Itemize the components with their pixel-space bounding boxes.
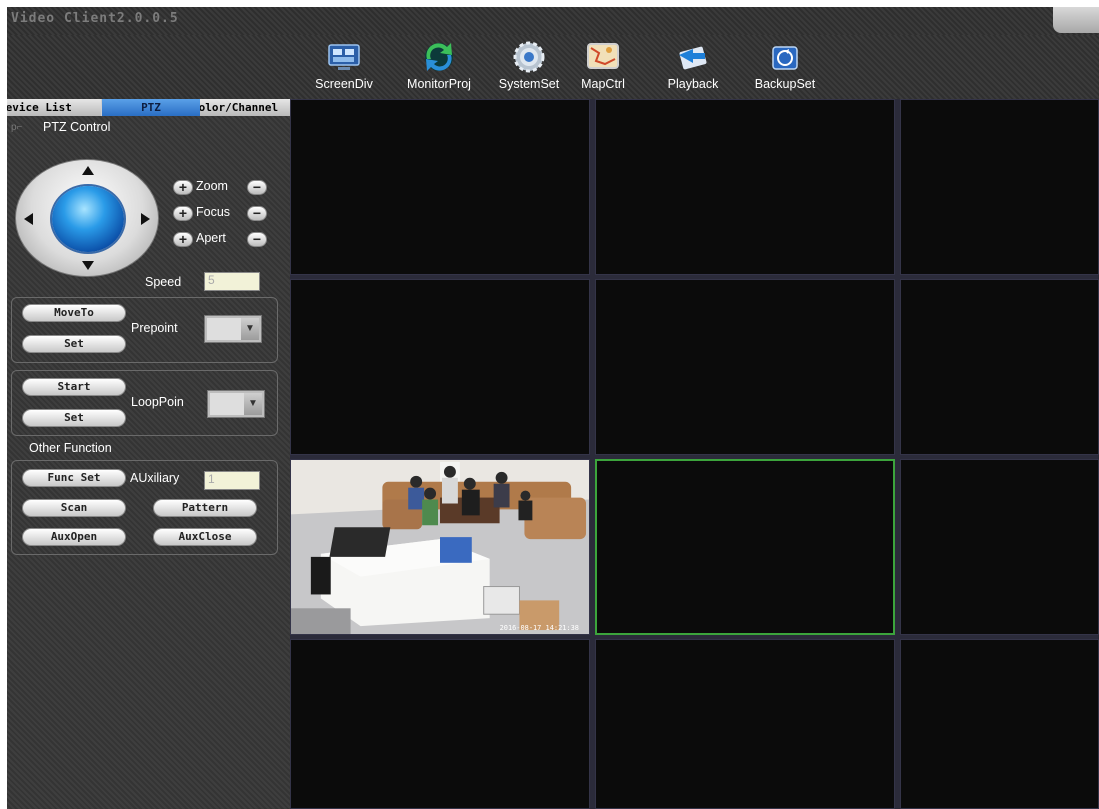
loop-set-button[interactable]: Set — [22, 409, 126, 427]
speed-input[interactable]: 5 — [204, 272, 260, 291]
aperture-label: Apert — [196, 231, 226, 245]
monitor-project-icon — [425, 43, 453, 71]
focus-out-button[interactable]: − — [247, 206, 267, 221]
looppoint-label: LoopPoin — [131, 395, 184, 409]
pan-left-icon[interactable] — [24, 213, 33, 225]
aux-open-button[interactable]: AuxOpen — [22, 528, 126, 546]
system-settings-icon — [513, 41, 545, 73]
prepoint-select[interactable]: ▼ — [204, 315, 262, 343]
ptz-control-header: p⌐ PTZ Control — [7, 117, 290, 139]
video-cell[interactable] — [900, 459, 1099, 635]
func-set-button[interactable]: Func Set — [22, 469, 126, 487]
toolbar-label: MonitorProj — [407, 77, 471, 91]
scan-button[interactable]: Scan — [22, 499, 126, 517]
aperture-open-button[interactable]: + — [173, 232, 193, 247]
toolbar-label: SystemSet — [498, 77, 560, 91]
backupset-button[interactable]: BackupSet — [747, 39, 823, 97]
map-control-icon — [587, 43, 619, 69]
ptz-control-title: PTZ Control — [43, 120, 111, 134]
monitorproj-button[interactable]: MonitorProj — [399, 39, 479, 97]
pan-right-icon[interactable] — [141, 213, 150, 225]
window-control-button[interactable] — [1053, 7, 1099, 33]
ptz-panel: Device List PTZ Color/Channel p⌐ PTZ Con… — [7, 99, 290, 809]
zoom-label: Zoom — [196, 179, 228, 193]
auxiliary-label: AUxiliary — [130, 471, 180, 485]
playback-icon — [679, 46, 707, 70]
toolbar-label: MapCtrl — [581, 77, 625, 91]
ptz-header-icon: p⌐ — [11, 122, 23, 133]
zoom-out-button[interactable]: − — [247, 180, 267, 195]
tab-ptz[interactable]: PTZ — [102, 99, 200, 116]
moveto-button[interactable]: MoveTo — [22, 304, 126, 322]
auxiliary-input[interactable]: 1 — [204, 471, 260, 490]
focus-in-button[interactable]: + — [173, 206, 193, 221]
video-cell[interactable] — [290, 99, 590, 275]
camera-feed-image: 2016-08-17 14:21:38 — [291, 460, 589, 634]
video-cell[interactable] — [900, 639, 1099, 809]
prepoint-set-button[interactable]: Set — [22, 335, 126, 353]
video-cell[interactable] — [900, 279, 1099, 455]
aperture-close-button[interactable]: − — [247, 232, 267, 247]
ptz-direction-pad[interactable] — [15, 159, 159, 277]
pattern-button[interactable]: Pattern — [153, 499, 257, 517]
tab-device-list[interactable]: Device List — [7, 99, 101, 116]
toolbar-label: BackupSet — [754, 77, 816, 91]
video-cell[interactable] — [595, 459, 895, 635]
app-title: Video Client2.0.0.5 — [11, 11, 179, 26]
pan-down-icon[interactable] — [82, 261, 94, 270]
systemset-button[interactable]: SystemSet — [491, 39, 567, 97]
feed-timestamp: 2016-08-17 14:21:38 — [500, 624, 579, 632]
chevron-down-icon: ▼ — [244, 393, 262, 415]
video-cell[interactable] — [290, 639, 590, 809]
tab-color-channel[interactable]: Color/Channel — [200, 99, 290, 116]
ptz-center-button[interactable] — [52, 186, 124, 252]
video-grid: 2016-08-17 14:21:38 — [290, 99, 1099, 809]
video-cell[interactable] — [595, 99, 895, 275]
backup-settings-icon — [772, 46, 798, 70]
speed-label: Speed — [145, 275, 182, 289]
app-window: Video Client2.0.0.5 ScreenDiv MonitorPro… — [7, 7, 1099, 809]
pan-up-icon[interactable] — [82, 166, 94, 175]
chevron-down-icon: ▼ — [241, 318, 259, 340]
prepoint-label: Prepoint — [131, 321, 178, 335]
video-cell[interactable] — [595, 639, 895, 809]
video-cell[interactable] — [290, 279, 590, 455]
video-cell[interactable]: 2016-08-17 14:21:38 — [290, 459, 590, 635]
playback-button[interactable]: Playback — [655, 39, 731, 97]
loop-start-button[interactable]: Start — [22, 378, 126, 396]
screen-division-icon — [328, 44, 360, 70]
aux-close-button[interactable]: AuxClose — [153, 528, 257, 546]
toolbar-label: Playback — [667, 77, 719, 91]
panel-tabs: Device List PTZ Color/Channel — [7, 99, 290, 116]
zoom-in-button[interactable]: + — [173, 180, 193, 195]
video-cell[interactable] — [595, 279, 895, 455]
title-bar: Video Client2.0.0.5 — [7, 7, 1099, 35]
other-function-label: Other Function — [29, 441, 112, 455]
toolbar-label: ScreenDiv — [315, 77, 373, 91]
looppoint-select[interactable]: ▼ — [207, 390, 265, 418]
focus-label: Focus — [196, 205, 231, 219]
main-toolbar: ScreenDiv MonitorProj SystemSet MapCtrl … — [7, 35, 1099, 99]
video-cell[interactable] — [900, 99, 1099, 275]
screendiv-button[interactable]: ScreenDiv — [312, 39, 376, 97]
mapctrl-button[interactable]: MapCtrl — [575, 39, 631, 97]
